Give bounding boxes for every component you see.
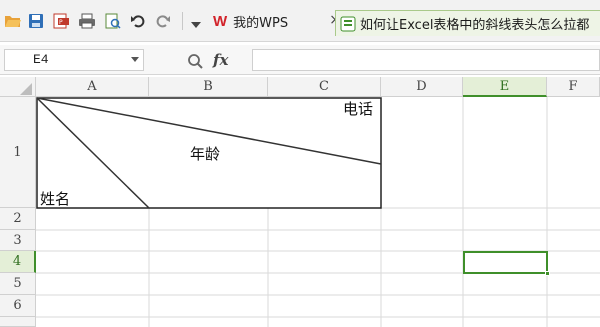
open-folder-icon[interactable]: [4, 13, 22, 29]
fill-handle[interactable]: [545, 271, 550, 276]
name-box-value: E4: [33, 52, 49, 67]
print-icon[interactable]: [78, 13, 96, 29]
column-header-b[interactable]: B: [149, 77, 268, 97]
formula-bar: E4 fx: [0, 45, 600, 75]
spreadsheet-grid: A B C D E F 1 2 3 4 5 6 电话 年龄 姓名: [0, 77, 600, 327]
more-dropdown-icon[interactable]: [190, 17, 202, 33]
export-pdf-icon[interactable]: P: [52, 13, 70, 29]
tab-document-label: 如何让Excel表格中的斜线表头怎么拉都: [360, 18, 590, 33]
row-header-6[interactable]: 6: [0, 295, 36, 317]
header-label-age: 年龄: [190, 145, 221, 163]
tab-my-wps-label: 我的WPS: [233, 15, 289, 31]
row-header-3[interactable]: 3: [0, 230, 36, 251]
name-box[interactable]: E4: [4, 49, 144, 71]
zoom-icon[interactable]: [187, 53, 203, 69]
name-box-dropdown-icon[interactable]: [131, 57, 139, 63]
svg-text:P: P: [59, 19, 63, 26]
select-all-icon: [20, 83, 32, 95]
column-header-c[interactable]: C: [268, 77, 381, 97]
row-header-2[interactable]: 2: [0, 208, 36, 230]
column-header-f[interactable]: F: [547, 77, 600, 97]
fx-icon[interactable]: fx: [213, 51, 228, 69]
row-header-4[interactable]: 4: [0, 251, 36, 273]
cell-gridlines: [36, 97, 600, 327]
document-icon: [340, 16, 356, 31]
column-header-d[interactable]: D: [381, 77, 463, 97]
select-all-corner[interactable]: [0, 77, 36, 97]
toolbar-separator: [182, 12, 183, 30]
formula-input[interactable]: [252, 49, 600, 71]
selected-cell-e4[interactable]: [463, 251, 548, 274]
tab-document[interactable]: 如何让Excel表格中的斜线表头怎么拉都: [335, 10, 600, 36]
print-preview-icon[interactable]: [104, 13, 122, 29]
header-label-phone: 电话: [343, 100, 374, 118]
undo-icon[interactable]: [130, 13, 146, 29]
quick-access-toolbar: P W 我的WPS × 如何让Excel表格中的斜线表: [0, 0, 600, 42]
column-header-a[interactable]: A: [36, 77, 149, 97]
redo-icon[interactable]: [155, 13, 171, 29]
row-header-1[interactable]: 1: [0, 97, 36, 208]
row-header-7[interactable]: [0, 317, 36, 327]
column-header-e[interactable]: E: [463, 77, 547, 97]
tab-my-wps[interactable]: W 我的WPS ×: [213, 9, 341, 33]
row-header-5[interactable]: 5: [0, 273, 36, 295]
header-label-name: 姓名: [40, 190, 71, 208]
save-icon[interactable]: [28, 13, 44, 29]
wps-logo-icon: W: [213, 12, 228, 30]
